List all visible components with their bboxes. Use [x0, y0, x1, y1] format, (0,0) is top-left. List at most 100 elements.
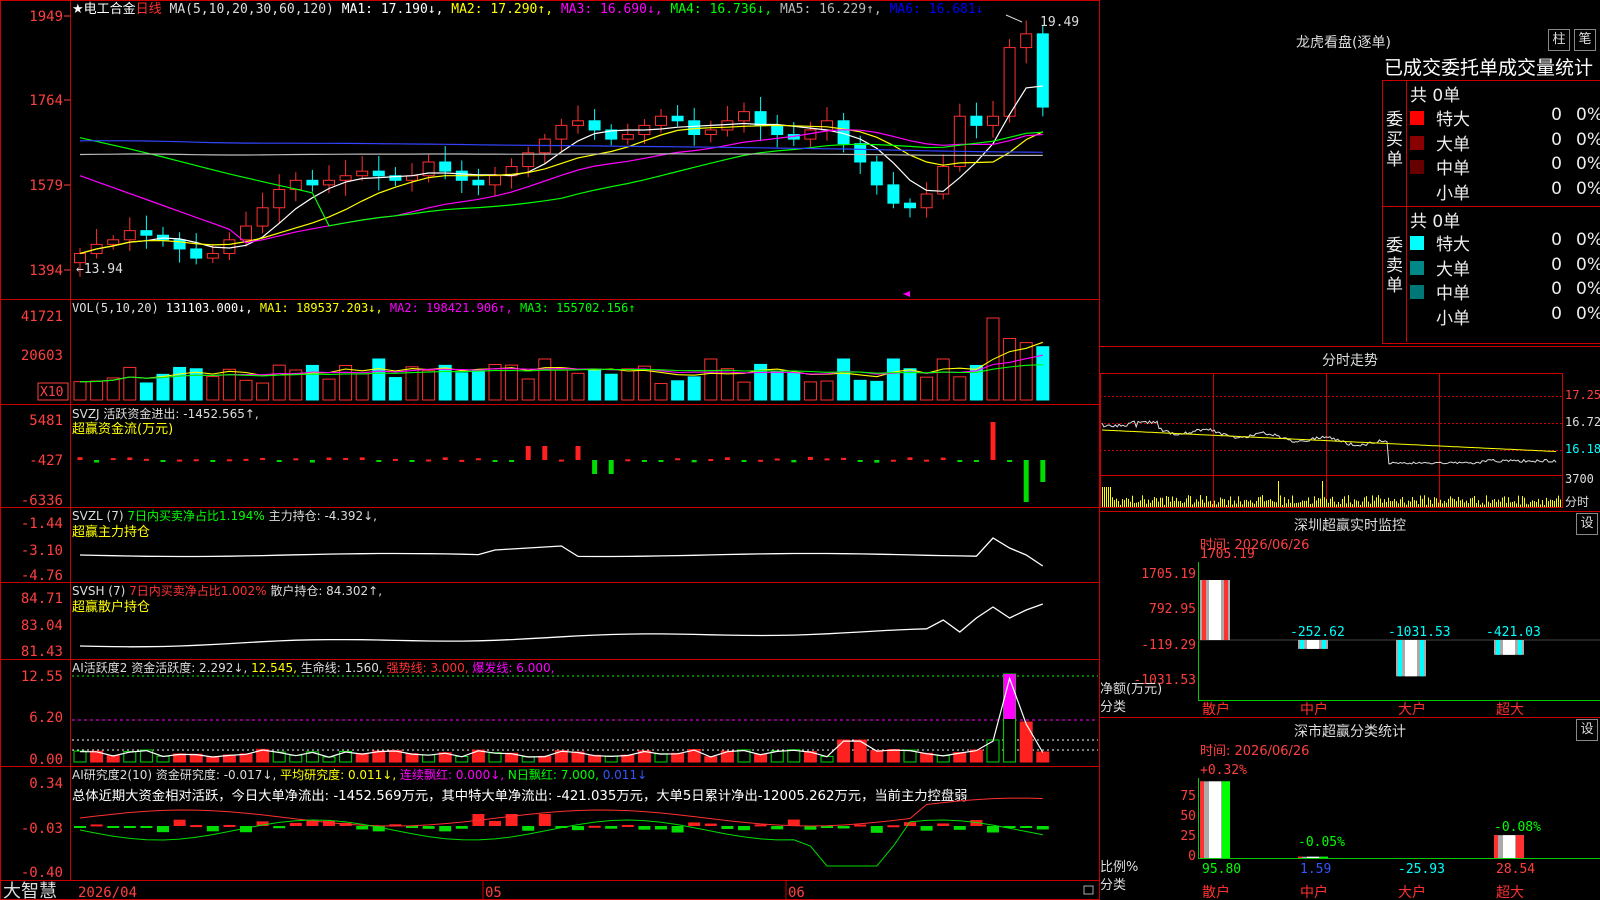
intraday-volume-bar [1198, 501, 1199, 507]
activity-bar [289, 754, 303, 763]
intraday-volume-bar [1108, 487, 1109, 507]
volume-bar [737, 381, 751, 401]
intraday-volume-bar [1306, 500, 1307, 507]
lock-icon[interactable] [1083, 885, 1094, 895]
order-count: 0 [1551, 105, 1562, 125]
volume-bar [654, 383, 668, 401]
intraday-volume-bar [1464, 502, 1465, 507]
header-value: 0.011↓ [599, 768, 647, 782]
intraday-volume-bar [1254, 503, 1255, 507]
intraday-volume-bar [1220, 497, 1221, 507]
intraday-volume-bar [1118, 500, 1119, 507]
volume-bar [272, 364, 286, 401]
volume-bars [73, 317, 1050, 401]
intraday-volume-bar [1218, 502, 1219, 507]
buy-total: 共 0单 [1410, 86, 1461, 106]
order-count: 0 [1551, 129, 1562, 150]
research-bar [987, 826, 999, 833]
price-tick: 1949 [29, 9, 63, 25]
intraday-volume-bar [1420, 495, 1421, 507]
order-percent: 0% [1576, 254, 1600, 275]
order-size-name: 小单 [1436, 183, 1470, 204]
intraday-volume-bar [1390, 501, 1391, 507]
color-swatch [1410, 285, 1424, 299]
monitor-value-label: -421.03 [1486, 625, 1541, 640]
header-value: 生命线: 1.560, [297, 660, 383, 675]
intraday-volume-bar [1466, 500, 1467, 507]
intraday-volume-bar [1224, 499, 1225, 507]
intraday-volume-bar [1454, 499, 1455, 507]
intraday-volume-bar [1110, 487, 1111, 507]
svzl-subtitle: 超赢主力持仓 [72, 524, 150, 540]
sz-stat-chart[interactable]: 时间: 2026/06/26 75 50 25 0 +0.32% -0.05% -0… [1100, 738, 1600, 900]
intraday-volume-bar [1152, 500, 1153, 507]
volume-bar [853, 379, 867, 401]
intraday-volume-bar [1170, 501, 1171, 507]
sz-stat-tick: 75 [1180, 789, 1196, 804]
intraday-volume-bar [1196, 499, 1197, 507]
sz-monitor-chart[interactable]: 时间: 2026/06/26 1705.19 792.95 -119.29 -1… [1100, 532, 1600, 717]
intraday-volume-bar [1340, 503, 1341, 507]
tab-bar-view[interactable]: 柱 [1548, 29, 1570, 51]
intraday-volume-bar [1380, 498, 1381, 507]
intraday-chart[interactable]: 17.25 16.72 16.18 3700 分时 [1100, 370, 1600, 510]
research-bar [538, 814, 551, 826]
intraday-volume-bar [1446, 502, 1447, 507]
stat-bar [1200, 781, 1230, 858]
vol-tick: 41721 [21, 309, 63, 325]
intraday-volume-bar [1372, 495, 1373, 507]
activity-bar [1019, 721, 1033, 763]
candle-body [738, 111, 750, 122]
activity-bar [654, 753, 668, 763]
candle-body [953, 115, 966, 168]
intraday-volume-bar [1246, 499, 1247, 507]
intraday-volume-bar [1292, 495, 1293, 507]
high-price-pointer [1005, 14, 1023, 23]
stock-chart[interactable]: 1949 1764 1579 1394 ★电工合金日线 MA(5,10,20,3… [0, 0, 1100, 900]
intraday-volume-bar [1168, 496, 1169, 507]
research-bar [671, 826, 684, 833]
stat-bottom-label: 95.80 [1202, 862, 1241, 877]
vol-unit-label: X10 [40, 385, 63, 400]
intraday-volume-bar [1468, 503, 1469, 507]
header-value: MA1: 189537.203↓, [253, 301, 383, 315]
monitor-category: 大户 [1398, 701, 1426, 717]
stat-category: 大户 [1398, 884, 1426, 900]
intraday-volume-bar [1188, 495, 1189, 507]
monitor-value-label: -1031.53 [1388, 625, 1451, 640]
sell-total: 共 0单 [1410, 212, 1461, 232]
tab-tick-view[interactable]: 笔 [1574, 29, 1596, 51]
activity-bar [73, 750, 87, 763]
candle-body [555, 124, 568, 140]
stat-top-label: -0.05% [1298, 835, 1345, 850]
intraday-volume-bar [1430, 499, 1431, 507]
intraday-volume-bar [1416, 500, 1417, 507]
fund-flow-bar [276, 460, 282, 462]
fund-flow-bar [127, 457, 133, 460]
svzj-tick: -427 [29, 453, 63, 469]
intraday-volume-bar [1544, 504, 1545, 507]
volume-bar [820, 380, 834, 401]
candle-body [522, 152, 535, 168]
intraday-volume-bar [1388, 497, 1389, 507]
volume-bar [837, 358, 851, 401]
activity-bars [73, 673, 1050, 763]
volume-bar [588, 368, 602, 401]
fund-flow-bar [542, 446, 548, 460]
intraday-volume-bar [1346, 503, 1347, 507]
intraday-volume-bar [1356, 500, 1357, 507]
header-value: VOL(5,10,20) [72, 301, 159, 315]
fund-flow-bar [924, 459, 930, 462]
monitor-bar [1200, 580, 1230, 640]
research-bar [140, 826, 153, 828]
intraday-volume-bar [1496, 501, 1497, 507]
price-header: ★电工合金日线 MA(5,10,20,30,60,120) MA1: 17.19… [72, 1, 984, 17]
intraday-volume-bar [1136, 502, 1137, 507]
intraday-volume-bar [1114, 500, 1115, 507]
volume-bar [455, 372, 469, 401]
intraday-volume-bar [1140, 500, 1141, 507]
fund-flow-bar [841, 457, 847, 460]
research-bar [837, 826, 850, 829]
intraday-volume-bar [1210, 500, 1211, 507]
intraday-volume-bar [1486, 495, 1487, 507]
